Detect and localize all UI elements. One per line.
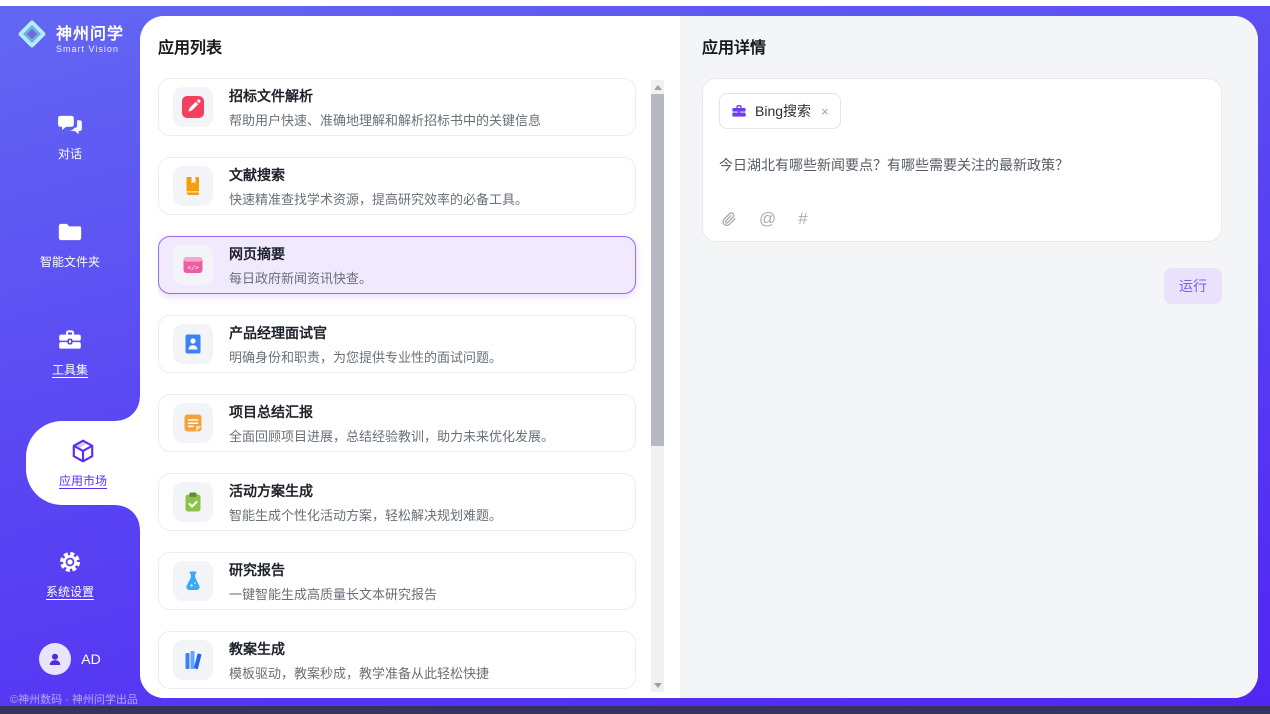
paperclip-icon[interactable] <box>721 211 737 227</box>
app-card-title: 网页摘要 <box>229 244 372 264</box>
folder-icon <box>56 218 84 246</box>
content-area: 应用列表 招标文件解析 帮助用户快速、准确地理解和解析招标书中的关键信息 文献搜… <box>140 16 1258 698</box>
app-card-title: 产品经理面试官 <box>229 323 502 343</box>
briefcase-icon <box>731 103 747 119</box>
query-input[interactable]: 今日湖北有哪些新闻要点？有哪些需要关注的最新政策？ <box>719 155 1205 175</box>
window-bottom-bar <box>0 706 1270 714</box>
person-doc-icon <box>173 324 213 364</box>
app-card-title: 研究报告 <box>229 560 437 580</box>
app-card-bid-analysis[interactable]: 招标文件解析 帮助用户快速、准确地理解和解析招标书中的关键信息 <box>158 78 636 136</box>
app-card-desc: 一键智能生成高质量长文本研究报告 <box>229 584 437 603</box>
tool-tag-label: Bing搜索 <box>755 101 811 121</box>
app-card-literature-search[interactable]: 文献搜索 快速精准查找学术资源，提高研究效率的必备工具。 <box>158 157 636 215</box>
sidebar-item-label: 对话 <box>58 145 82 162</box>
app-card-event-plan[interactable]: 活动方案生成 智能生成个性化活动方案，轻松解决规划难题。 <box>158 473 636 531</box>
sidebar-nav: 对话 智能文件夹 工具集 应用市场 系统设置 <box>0 97 140 643</box>
svg-text:</>: </> <box>187 264 199 272</box>
app-card-research-report[interactable]: 研究报告 一键智能生成高质量长文本研究报告 <box>158 552 636 610</box>
app-card-desc: 全面回顾项目进展，总结经验教训，助力未来优化发展。 <box>229 426 554 445</box>
prompt-card: Bing搜索 × 今日湖北有哪些新闻要点？有哪些需要关注的最新政策？ @# <box>702 78 1222 242</box>
brand-name: 神州问学 <box>56 20 124 44</box>
app-list: 招标文件解析 帮助用户快速、准确地理解和解析招标书中的关键信息 文献搜索 快速精… <box>158 78 680 696</box>
app-card-web-summary[interactable]: </> 网页摘要 每日政府新闻资讯快查。 <box>158 236 636 294</box>
user-avatar-icon <box>39 643 71 675</box>
app-card-project-summary[interactable]: 项目总结汇报 全面回顾项目进展，总结经验教训，助力未来优化发展。 <box>158 394 636 452</box>
app-card-desc: 每日政府新闻资讯快查。 <box>229 268 372 287</box>
app-card-title: 招标文件解析 <box>229 86 541 106</box>
at-icon[interactable]: @ <box>759 210 776 227</box>
app-card-desc: 模板驱动，教案秒成，教学准备从此轻松快捷 <box>229 663 489 682</box>
sidebar-item-label: 系统设置 <box>46 583 94 600</box>
tool-tag-bing-search[interactable]: Bing搜索 × <box>719 93 841 129</box>
flask-icon <box>173 561 213 601</box>
app-window: 神州问学 Smart Vision 对话 智能文件夹 工具集 应用市场 系统设置 <box>0 6 1270 706</box>
user-menu[interactable]: AD <box>10 643 130 675</box>
app-card-title: 活动方案生成 <box>229 481 502 501</box>
app-card-title: 文献搜索 <box>229 165 528 185</box>
sidebar-item-label: 工具集 <box>52 361 88 378</box>
gear-icon <box>56 548 84 576</box>
clipboard-check-icon <box>173 482 213 522</box>
app-list-panel: 应用列表 招标文件解析 帮助用户快速、准确地理解和解析招标书中的关键信息 文献搜… <box>140 16 680 698</box>
input-toolbar: @# <box>721 210 808 227</box>
scroll-down-icon[interactable] <box>651 678 664 692</box>
user-name: AD <box>81 651 100 667</box>
close-icon[interactable]: × <box>821 105 829 118</box>
pen-square-icon <box>173 87 213 127</box>
sidebar-item-smart-folder[interactable]: 智能文件夹 <box>0 205 140 283</box>
copyright-footer: ©神州数码 · 神州问学出品 <box>10 691 130 707</box>
app-card-pm-interviewer[interactable]: 产品经理面试官 明确身份和职责，为您提供专业性的面试问题。 <box>158 315 636 373</box>
scroll-up-icon[interactable] <box>651 80 664 94</box>
chat-icon <box>56 110 84 138</box>
sidebar-item-system-settings[interactable]: 系统设置 <box>0 535 140 613</box>
app-detail-panel: 应用详情 Bing搜索 × 今日湖北有哪些新闻要点？有哪些需要关注的最新政 <box>680 16 1258 698</box>
brand-logo: 神州问学 Smart Vision <box>16 18 124 55</box>
cube-icon <box>69 437 97 465</box>
app-card-desc: 快速精准查找学术资源，提高研究效率的必备工具。 <box>229 189 528 208</box>
hash-icon[interactable]: # <box>798 210 807 227</box>
sidebar-item-label: 应用市场 <box>59 472 107 489</box>
sidebar: 神州问学 Smart Vision 对话 智能文件夹 工具集 应用市场 系统设置 <box>0 6 140 706</box>
sidebar-item-label: 智能文件夹 <box>40 253 100 270</box>
app-card-desc: 智能生成个性化活动方案，轻松解决规划难题。 <box>229 505 502 524</box>
note-icon <box>173 403 213 443</box>
run-button[interactable]: 运行 <box>1164 268 1222 304</box>
app-detail-title: 应用详情 <box>702 34 1222 58</box>
sidebar-item-chat[interactable]: 对话 <box>0 97 140 175</box>
toolbox-icon <box>56 326 84 354</box>
app-card-lesson-plan[interactable]: 教案生成 模板驱动，教案秒成，教学准备从此轻松快捷 <box>158 631 636 689</box>
app-card-title: 教案生成 <box>229 639 489 659</box>
scrollbar-thumb[interactable] <box>651 94 664 446</box>
books-icon <box>173 640 213 680</box>
list-scrollbar[interactable] <box>651 80 664 692</box>
diamond-logo-icon <box>16 18 48 55</box>
brand-subtitle: Smart Vision <box>56 44 124 54</box>
sidebar-item-app-market[interactable]: 应用市场 <box>26 421 140 505</box>
browser-code-icon: </> <box>173 245 213 285</box>
app-card-title: 项目总结汇报 <box>229 402 554 422</box>
book-icon <box>173 166 213 206</box>
app-card-desc: 明确身份和职责，为您提供专业性的面试问题。 <box>229 347 502 366</box>
app-list-title: 应用列表 <box>158 34 680 58</box>
app-card-desc: 帮助用户快速、准确地理解和解析招标书中的关键信息 <box>229 110 541 129</box>
sidebar-item-toolset[interactable]: 工具集 <box>0 313 140 391</box>
